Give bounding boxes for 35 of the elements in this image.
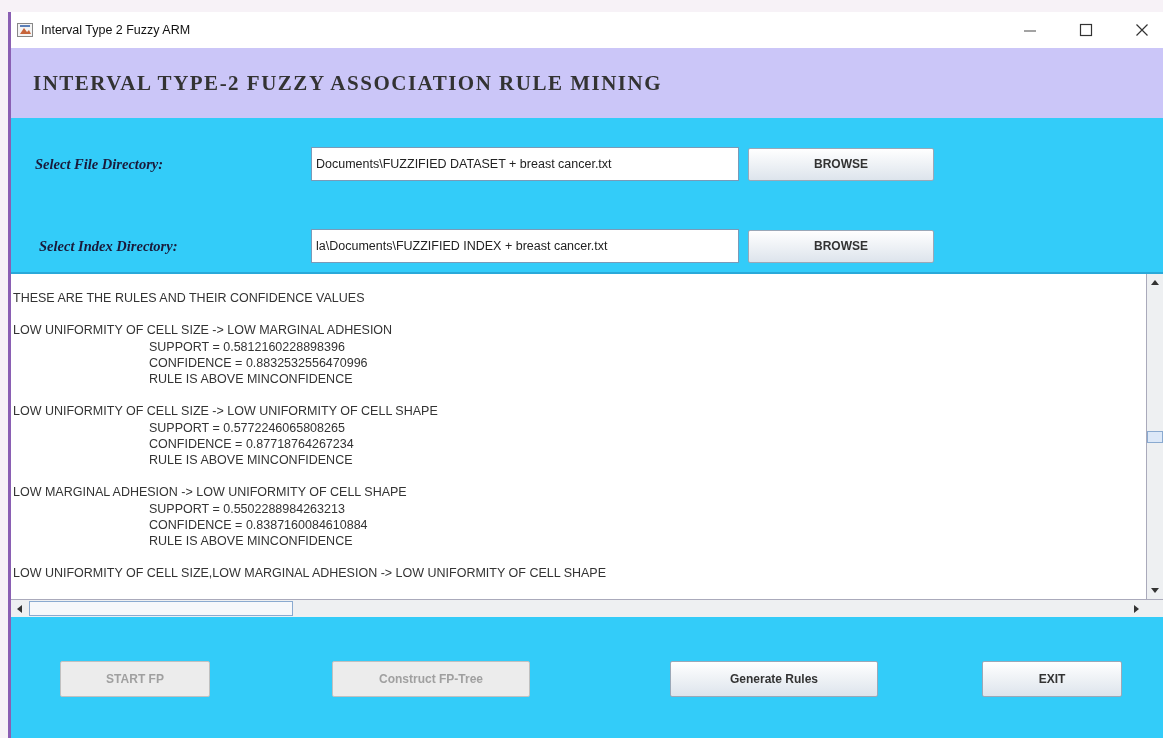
vertical-scrollbar[interactable] bbox=[1146, 274, 1163, 599]
field-label: Select Index Directory: bbox=[38, 237, 179, 255]
rule-text: LOW UNIFORMITY OF CELL SIZE -> LOW MARGINAL ADHESION bbox=[13, 322, 394, 339]
path-field[interactable]: la\Documents\FUZZIFIED INDEX + breast cancer.txt bbox=[311, 229, 739, 263]
left-arrow-icon[interactable] bbox=[15, 603, 25, 614]
output-heading: THESE ARE THE RULES AND THEIR CONFIDENCE VALUES bbox=[13, 290, 366, 307]
action-button[interactable]: EXIT bbox=[982, 661, 1122, 697]
rule-detail: CONFIDENCE = 0.8387160084610884 bbox=[148, 516, 369, 533]
rule-text: LOW UNIFORMITY OF CELL SIZE -> LOW UNIFORMITY OF CELL SHAPE bbox=[13, 403, 439, 420]
rule-text: LOW UNIFORMITY OF CELL SIZE,LOW MARGINAL ADHESION -> LOW UNIFORMITY OF CELL SHAPE bbox=[13, 565, 608, 582]
rule-detail: SUPPORT = 0.5772246065808265 bbox=[148, 419, 346, 436]
rule-detail: RULE IS ABOVE MINCONFIDENCE bbox=[148, 452, 354, 469]
field-label: Select File Directory: bbox=[34, 155, 165, 173]
java-app-icon bbox=[17, 23, 33, 37]
rule-text: LOW MARGINAL ADHESION -> LOW UNIFORMITY OF CELL SHAPE bbox=[13, 484, 408, 501]
close-icon[interactable] bbox=[1135, 23, 1149, 37]
scrollbar-thumb[interactable] bbox=[29, 601, 293, 616]
rule-detail: SUPPORT = 0.5812160228898396 bbox=[148, 338, 346, 355]
browse-button[interactable]: BROWSE bbox=[748, 147, 934, 181]
rule-detail: CONFIDENCE = 0.87718764267234 bbox=[148, 435, 355, 452]
maximize-icon[interactable] bbox=[1079, 23, 1093, 37]
rule-detail: SUPPORT = 0.5502288984263213 bbox=[148, 500, 346, 517]
scrollbar-thumb[interactable] bbox=[1147, 430, 1163, 443]
down-arrow-icon[interactable] bbox=[1150, 587, 1160, 595]
window-title: Interval Type 2 Fuzzy ARM bbox=[41, 23, 191, 37]
rule-detail: CONFIDENCE = 0.8832532556470996 bbox=[148, 354, 369, 371]
up-arrow-icon[interactable] bbox=[1150, 278, 1160, 286]
action-button[interactable]: Generate Rules bbox=[670, 661, 878, 697]
rule-detail: RULE IS ABOVE MINCONFIDENCE bbox=[148, 371, 354, 388]
app-heading: INTERVAL TYPE-2 FUZZY ASSOCIATION RULE MINING bbox=[33, 70, 662, 96]
browse-button[interactable]: BROWSE bbox=[748, 229, 934, 263]
path-field[interactable]: Documents\FUZZIFIED DATASET + breast cancer.txt bbox=[311, 147, 739, 181]
right-arrow-icon[interactable] bbox=[1131, 603, 1141, 614]
rule-detail: RULE IS ABOVE MINCONFIDENCE bbox=[148, 533, 354, 550]
horizontal-scrollbar[interactable] bbox=[11, 599, 1163, 617]
